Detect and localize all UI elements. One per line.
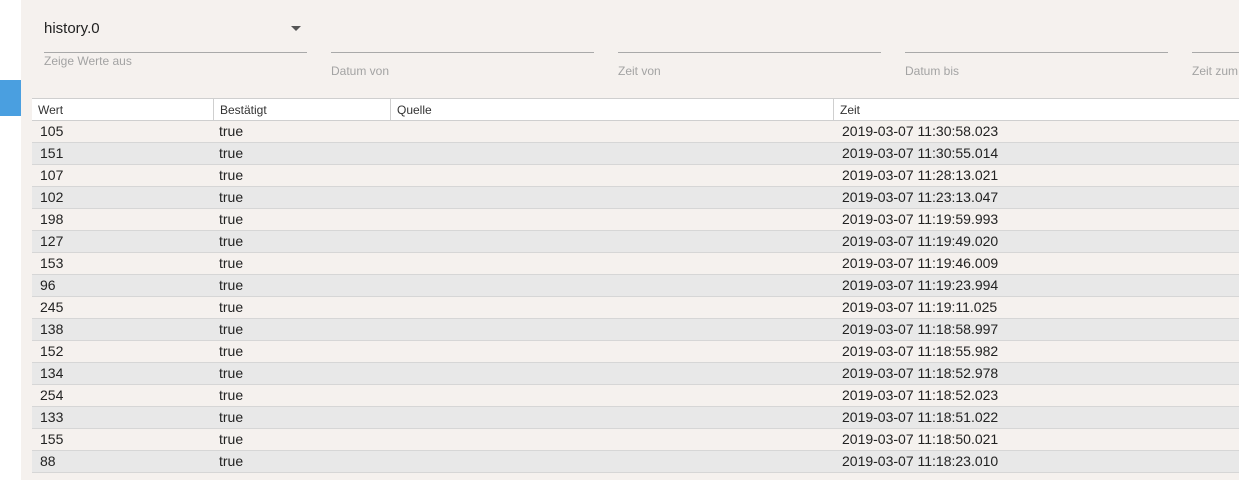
table-row[interactable]: 155 true 2019-03-07 11:18:50.021 bbox=[32, 429, 1239, 451]
cell-wert: 155 bbox=[40, 431, 64, 447]
cell-zeit: 2019-03-07 11:30:58.023 bbox=[842, 123, 999, 139]
cell-wert: 153 bbox=[40, 255, 64, 271]
date-from-label: Datum von bbox=[331, 64, 390, 78]
caret-down-icon[interactable] bbox=[291, 26, 301, 31]
cell-bestaetigt: true bbox=[219, 321, 244, 337]
cell-bestaetigt: true bbox=[219, 123, 244, 139]
cell-wert: 102 bbox=[40, 189, 64, 205]
cell-zeit: 2019-03-07 11:18:23.010 bbox=[842, 453, 999, 469]
cell-wert: 245 bbox=[40, 299, 64, 315]
cell-wert: 151 bbox=[40, 145, 64, 161]
cell-zeit: 2019-03-07 11:18:50.021 bbox=[842, 431, 999, 447]
column-header-wert[interactable]: Wert bbox=[32, 99, 213, 121]
date-to-label: Datum bis bbox=[905, 64, 960, 78]
cell-zeit: 2019-03-07 11:28:13.021 bbox=[842, 167, 999, 183]
table-row[interactable]: 138 true 2019-03-07 11:18:58.997 bbox=[32, 319, 1239, 341]
cell-bestaetigt: true bbox=[219, 277, 244, 293]
cell-bestaetigt: true bbox=[219, 387, 244, 403]
cell-bestaetigt: true bbox=[219, 145, 244, 161]
table-row[interactable]: 134 true 2019-03-07 11:18:52.978 bbox=[32, 363, 1239, 385]
cell-bestaetigt: true bbox=[219, 409, 244, 425]
column-header-bestaetigt[interactable]: Bestätigt bbox=[213, 99, 391, 121]
cell-zeit: 2019-03-07 11:18:52.978 bbox=[842, 365, 999, 381]
table-row[interactable]: 102 true 2019-03-07 11:23:13.047 bbox=[32, 187, 1239, 209]
cell-zeit: 2019-03-07 11:18:51.022 bbox=[842, 409, 999, 425]
time-to-label: Zeit zum bbox=[1192, 64, 1239, 78]
time-to-field[interactable] bbox=[1192, 22, 1239, 53]
cell-bestaetigt: true bbox=[219, 431, 244, 447]
cell-bestaetigt: true bbox=[219, 189, 244, 205]
cell-wert: 105 bbox=[40, 123, 64, 139]
table-row[interactable]: 198 true 2019-03-07 11:19:59.993 bbox=[32, 209, 1239, 231]
cell-zeit: 2019-03-07 11:19:59.993 bbox=[842, 211, 999, 227]
cell-zeit: 2019-03-07 11:18:55.982 bbox=[842, 343, 999, 359]
left-sidebar-strip bbox=[0, 0, 21, 480]
table-row[interactable]: 245 true 2019-03-07 11:19:11.025 bbox=[32, 297, 1239, 319]
cell-zeit: 2019-03-07 11:23:13.047 bbox=[842, 189, 999, 205]
table-row[interactable]: 254 true 2019-03-07 11:18:52.023 bbox=[32, 385, 1239, 407]
cell-wert: 96 bbox=[40, 277, 56, 293]
cell-wert: 138 bbox=[40, 321, 64, 337]
filter-bar: history.0 Zeige Werte aus Datum von Zeit… bbox=[21, 0, 1239, 98]
left-accent-tab[interactable] bbox=[0, 80, 21, 116]
date-to-field[interactable] bbox=[905, 22, 1168, 53]
cell-zeit: 2019-03-07 11:19:46.009 bbox=[842, 255, 999, 271]
cell-zeit: 2019-03-07 11:19:11.025 bbox=[842, 299, 998, 315]
cell-wert: 152 bbox=[40, 343, 64, 359]
history-instance-value: history.0 bbox=[44, 20, 100, 37]
column-header-zeit[interactable]: Zeit bbox=[833, 99, 1239, 121]
cell-wert: 198 bbox=[40, 211, 64, 227]
history-instance-label: Zeige Werte aus bbox=[44, 54, 132, 68]
time-from-field[interactable] bbox=[618, 22, 881, 53]
cell-bestaetigt: true bbox=[219, 211, 244, 227]
cell-bestaetigt: true bbox=[219, 255, 244, 271]
cell-zeit: 2019-03-07 11:19:49.020 bbox=[842, 233, 999, 249]
history-instance-select[interactable]: history.0 bbox=[44, 12, 307, 53]
table-row[interactable]: 133 true 2019-03-07 11:18:51.022 bbox=[32, 407, 1239, 429]
table-row[interactable]: 105 true 2019-03-07 11:30:58.023 bbox=[32, 121, 1239, 143]
table-row[interactable]: 151 true 2019-03-07 11:30:55.014 bbox=[32, 143, 1239, 165]
cell-bestaetigt: true bbox=[219, 167, 244, 183]
cell-wert: 88 bbox=[40, 453, 56, 469]
cell-wert: 127 bbox=[40, 233, 64, 249]
cell-bestaetigt: true bbox=[219, 299, 244, 315]
table-row[interactable]: 88 true 2019-03-07 11:18:23.010 bbox=[32, 451, 1239, 473]
cell-bestaetigt: true bbox=[219, 453, 244, 469]
table-row[interactable]: 127 true 2019-03-07 11:19:49.020 bbox=[32, 231, 1239, 253]
cell-bestaetigt: true bbox=[219, 343, 244, 359]
time-from-label: Zeit von bbox=[618, 64, 661, 78]
history-table: Wert Bestätigt Quelle Zeit 105 true 2019-0… bbox=[32, 98, 1239, 480]
table-header: Wert Bestätigt Quelle Zeit bbox=[32, 98, 1239, 121]
table-row[interactable]: 107 true 2019-03-07 11:28:13.021 bbox=[32, 165, 1239, 187]
cell-wert: 254 bbox=[40, 387, 64, 403]
cell-wert: 133 bbox=[40, 409, 64, 425]
table-row[interactable]: 153 true 2019-03-07 11:19:46.009 bbox=[32, 253, 1239, 275]
column-header-quelle[interactable]: Quelle bbox=[390, 99, 833, 121]
table-row[interactable]: 96 true 2019-03-07 11:19:23.994 bbox=[32, 275, 1239, 297]
cell-wert: 134 bbox=[40, 365, 64, 381]
date-from-field[interactable] bbox=[331, 22, 594, 53]
table-row[interactable]: 152 true 2019-03-07 11:18:55.982 bbox=[32, 341, 1239, 363]
cell-zeit: 2019-03-07 11:30:55.014 bbox=[842, 145, 999, 161]
table-body: 105 true 2019-03-07 11:30:58.023 151 true 201… bbox=[32, 121, 1239, 473]
cell-zeit: 2019-03-07 11:18:58.997 bbox=[842, 321, 999, 337]
cell-zeit: 2019-03-07 11:18:52.023 bbox=[842, 387, 999, 403]
cell-zeit: 2019-03-07 11:19:23.994 bbox=[842, 277, 999, 293]
cell-bestaetigt: true bbox=[219, 233, 244, 249]
cell-bestaetigt: true bbox=[219, 365, 244, 381]
cell-wert: 107 bbox=[40, 167, 64, 183]
history-panel: history.0 Zeige Werte aus Datum von Zeit… bbox=[21, 0, 1239, 480]
